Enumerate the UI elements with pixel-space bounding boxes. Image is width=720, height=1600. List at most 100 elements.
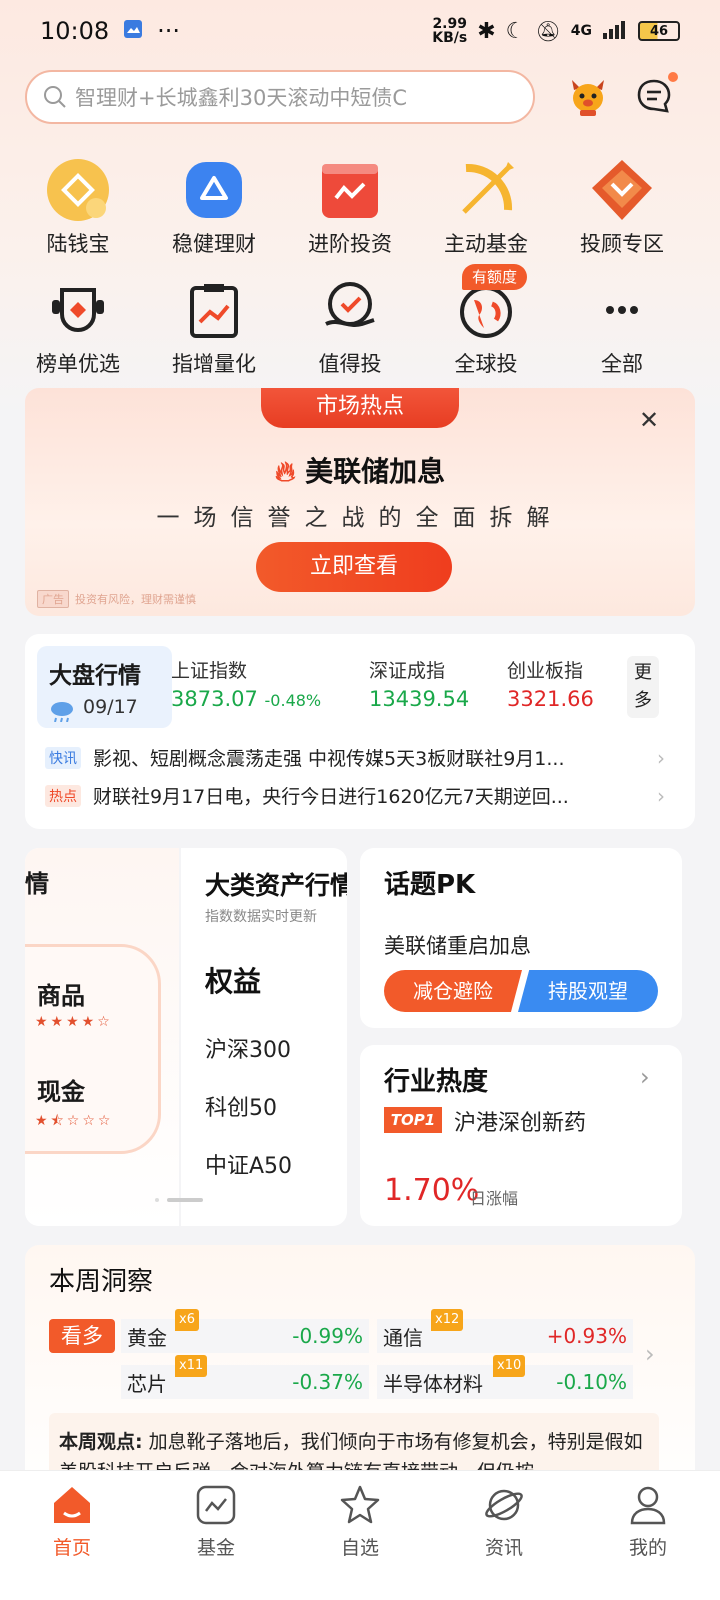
tab-home[interactable]: 首页 — [0, 1471, 144, 1600]
hold-watch-button[interactable]: 持股观望 — [518, 970, 658, 1012]
index-chinext[interactable]: 创业板指 3321.66 — [507, 656, 594, 711]
search-icon — [44, 86, 66, 108]
index-item[interactable]: 科创50 — [205, 1090, 277, 1122]
rating-stars: ★★★★☆ — [35, 1014, 113, 1030]
star-icon — [340, 1485, 380, 1524]
quick-quanqiu[interactable]: 全球投 — [418, 278, 554, 378]
banner-subtitle: 一场信誉之战的全面拆解 — [156, 505, 564, 531]
shield-icon — [182, 158, 246, 222]
chart-icon — [318, 158, 382, 222]
status-bar: 10:08 ··· 2.99 KB/s ✱ ☾ 🔕︎ 4G 46 — [0, 0, 720, 62]
insight-item[interactable]: 芯片 x11 -0.37% — [121, 1355, 369, 1399]
clipboard-chart-icon — [182, 278, 246, 342]
insight-title: 本周洞察 — [49, 1267, 154, 1297]
banner-tag: 市场热点 — [261, 388, 459, 428]
more-icon — [590, 278, 654, 342]
chevron-right-icon: › — [657, 745, 665, 770]
industry-heat-card[interactable]: 行业热度 › TOP1 沪港深创新药 1.70% 日涨幅 — [360, 1045, 682, 1226]
fox-badge-icon — [590, 158, 654, 222]
quick-all[interactable]: 全部 — [554, 278, 690, 378]
stance-badge: 看多 — [49, 1319, 115, 1353]
industry-title: 行业热度 — [384, 1067, 489, 1097]
quick-bangdan[interactable]: 榜单优选 — [10, 278, 146, 378]
rank-badge: TOP1 — [384, 1107, 442, 1133]
view-now-button[interactable]: 立即查看 — [256, 542, 452, 592]
chevron-right-icon: › — [657, 783, 665, 808]
slide-divider — [179, 848, 181, 1226]
topic-pk-card: 话题PK 美联储重启加息 减仓避险 持股观望 — [360, 848, 682, 1028]
topic-question: 美联储重启加息 — [384, 934, 531, 958]
insight-item[interactable]: 通信 x12 +0.93% — [377, 1309, 633, 1353]
index-item[interactable]: 沪深300 — [205, 1032, 291, 1064]
topic-title: 话题PK — [384, 870, 476, 900]
mute-icon: 🔕︎ — [535, 19, 561, 43]
fund-icon — [196, 1485, 236, 1525]
asset-category: 权益 — [205, 965, 262, 998]
carousel-indicator — [155, 1198, 205, 1202]
tab-news[interactable]: 资讯 — [432, 1471, 576, 1600]
close-icon[interactable]: ✕ — [639, 406, 659, 434]
battery-icon: 46 — [638, 21, 680, 41]
check-hand-icon — [318, 278, 382, 342]
quick-zhidetou[interactable]: 值得投 — [282, 278, 418, 378]
network-type: 4G — [570, 23, 592, 39]
tab-mine[interactable]: 我的 — [576, 1471, 720, 1600]
bluetooth-icon: ✱ — [477, 18, 496, 44]
quick-zhudong[interactable]: 主动基金 — [418, 158, 554, 258]
tab-fund[interactable]: 基金 — [144, 1471, 288, 1600]
insight-item[interactable]: 半导体材料 x10 -0.10% — [377, 1355, 633, 1399]
quick-jinjie[interactable]: 进阶投资 — [282, 158, 418, 258]
cloud-rain-icon — [51, 702, 73, 722]
mascot-icon[interactable] — [566, 74, 610, 118]
news-flash-row[interactable]: 快讯 影视、短剧概念震荡走强 中视传媒5天3板财联社9月1... › — [45, 744, 665, 771]
more-notifications-icon: ··· — [157, 17, 181, 45]
insight-item[interactable]: 黄金 x6 -0.99% — [121, 1309, 369, 1353]
market-card: 大盘行情 09/17 上证指数 3873.07 -0.48% 深证成指 1343… — [25, 634, 695, 829]
asset-subtitle: 指数数据实时更新 — [205, 909, 317, 925]
tab-watchlist[interactable]: 自选 — [288, 1471, 432, 1600]
index-shenzhen[interactable]: 深证成指 13439.54 — [369, 656, 469, 711]
unread-dot — [668, 72, 678, 82]
ad-note: 广告 投资有风险，理财需谨慎 — [37, 590, 196, 608]
quick-tougu[interactable]: 投顾专区 — [554, 158, 690, 258]
quick-wenjian[interactable]: 稳健理财 — [146, 158, 282, 258]
message-icon[interactable] — [634, 76, 674, 116]
hot-banner[interactable]: 市场热点 ✕ 🔥︎ 美联储加息 一场信誉之战的全面拆解 立即查看 广告 投资有风险… — [25, 388, 695, 616]
industry-name: 沪港深创新药 — [454, 1111, 587, 1136]
user-icon — [630, 1486, 666, 1525]
reduce-position-button[interactable]: 减仓避险 — [384, 970, 522, 1012]
weekly-insight-card[interactable]: 本周洞察 看多 黄金 x6 -0.99% 通信 x12 +0.93% 芯片 x1… — [25, 1245, 695, 1505]
more-indices-button[interactable]: 更多 — [627, 656, 659, 718]
net-speed: 2.99 KB/s — [432, 16, 468, 46]
clock: 10:08 — [40, 17, 110, 45]
moon-icon: ☾ — [505, 18, 526, 44]
asset-title: 大类资产行情 — [205, 871, 347, 900]
asset-carousel[interactable]: 情 商品 ★★★★☆ 现金 ★⯪☆☆☆ 大类资产行情 指数数据实时更新 权益 沪… — [25, 848, 347, 1226]
gallery-icon — [123, 17, 143, 45]
quick-grid-row2: 榜单优选 指增量化 值得投 全球投 全部 — [10, 278, 720, 378]
trophy-icon — [46, 278, 110, 342]
search-input[interactable]: 智理财+长城鑫利30天滚动中短债C — [25, 70, 535, 124]
coin-icon — [46, 158, 110, 222]
bow-arrow-icon — [454, 158, 518, 222]
quick-lujinbao[interactable]: 陆钱宝 — [10, 158, 146, 258]
index-shanghai[interactable]: 上证指数 3873.07 -0.48% — [171, 656, 321, 711]
signal-icon — [602, 19, 628, 43]
market-header[interactable]: 大盘行情 09/17 — [37, 646, 172, 728]
chevron-right-icon: › — [640, 1063, 650, 1091]
home-icon — [54, 1487, 90, 1523]
rating-stars: ★⯪☆☆☆ — [35, 1113, 114, 1129]
news-hot-row[interactable]: 热点 财联社9月17日电，央行今日进行1620亿元7天期逆回... › — [45, 782, 665, 809]
bottom-tab-bar: 首页 基金 自选 资讯 我的 — [0, 1470, 720, 1600]
industry-change: 1.70% — [384, 1173, 480, 1208]
chevron-right-icon: › — [645, 1340, 655, 1368]
industry-change-label: 日涨幅 — [470, 1189, 519, 1208]
search-placeholder: 智理财+长城鑫利30天滚动中短债C — [75, 86, 407, 110]
quick-grid-row1: 陆钱宝 稳健理财 进阶投资 主动基金 投顾专区 — [10, 158, 720, 258]
banner-title: 🔥︎ 美联储加息 — [274, 455, 446, 488]
fire-icon: 🔥︎ — [274, 455, 296, 488]
planet-icon — [485, 1489, 523, 1521]
quick-zhizeng[interactable]: 指增量化 — [146, 278, 282, 378]
index-item[interactable]: 中证A50 — [205, 1148, 292, 1180]
quota-badge: 有额度 — [462, 264, 528, 290]
